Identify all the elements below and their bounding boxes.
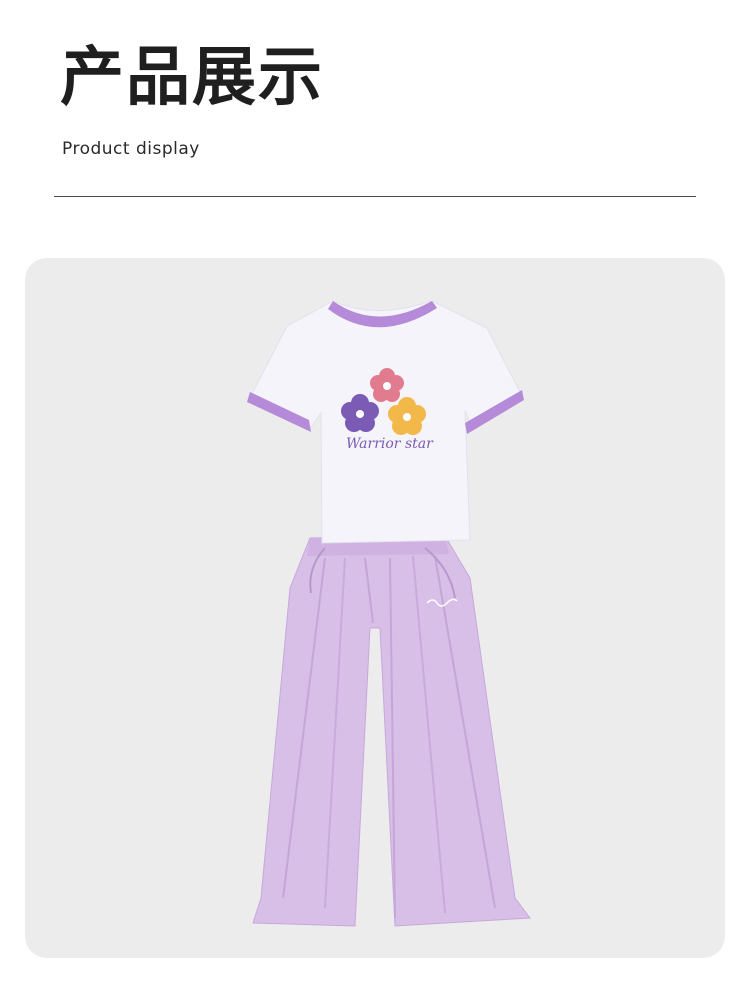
tshirt: Warrior star <box>247 300 524 544</box>
page-title: 产品展示 <box>60 41 324 115</box>
tshirt-print-text: Warrior star <box>346 436 434 452</box>
product-image-panel: Warrior star <box>25 258 725 958</box>
page-subtitle: Product display <box>62 139 200 159</box>
header-divider <box>54 196 696 197</box>
wide-leg-pants <box>252 535 531 927</box>
product-illustration: Warrior star <box>247 300 531 927</box>
